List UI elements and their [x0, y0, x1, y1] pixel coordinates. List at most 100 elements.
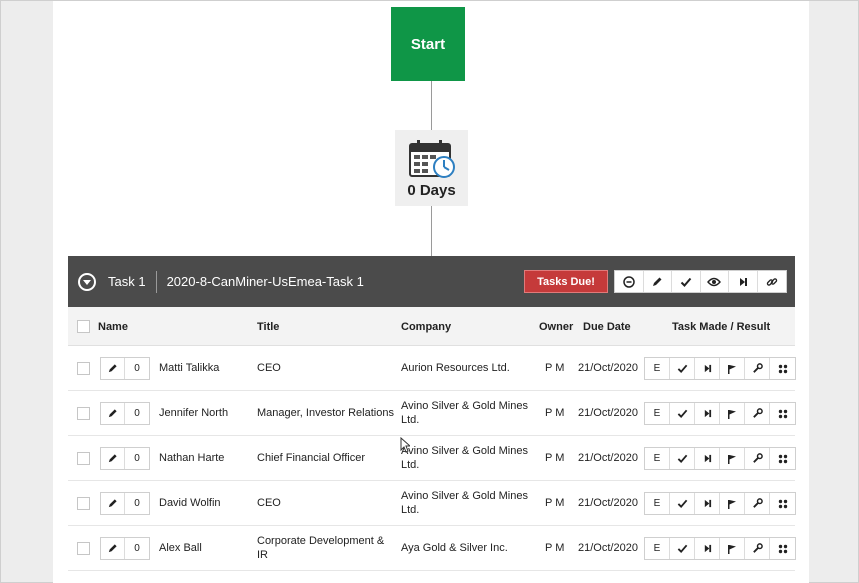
row-email-button[interactable]: E	[645, 448, 670, 469]
row-email-button[interactable]: E	[645, 403, 670, 424]
row-complete-button[interactable]	[670, 358, 695, 379]
row-complete-button[interactable]	[670, 448, 695, 469]
row-activity-count[interactable]: 0	[125, 538, 149, 559]
row-flag-button[interactable]	[720, 448, 745, 469]
task-edit-button[interactable]	[644, 271, 672, 292]
row-activity-count[interactable]: 0	[125, 358, 149, 379]
skip-forward-icon	[703, 499, 712, 508]
row-apps-button[interactable]	[770, 403, 795, 424]
table-row: 0 Nathan Harte Chief Financial Officer A…	[68, 436, 796, 481]
task-number: Task 1	[108, 274, 146, 289]
row-complete-button[interactable]	[670, 403, 695, 424]
task-link-button[interactable]	[758, 271, 787, 292]
row-skip-button[interactable]	[695, 538, 720, 559]
contact-name[interactable]: Jennifer North	[159, 406, 228, 420]
row-flag-button[interactable]	[720, 538, 745, 559]
row-email-button[interactable]: E	[645, 493, 670, 514]
row-apps-button[interactable]	[770, 448, 795, 469]
row-complete-button[interactable]	[670, 493, 695, 514]
row-edit-button[interactable]	[101, 403, 125, 424]
row-activity-count[interactable]: 0	[125, 493, 149, 514]
tasks-due-label: Tasks Due!	[537, 275, 595, 288]
start-node[interactable]: Start	[391, 7, 465, 81]
row-apps-button[interactable]	[770, 358, 795, 379]
row-email-button[interactable]: E	[645, 358, 670, 379]
grid-icon	[778, 364, 788, 374]
row-settings-button[interactable]	[745, 493, 770, 514]
task-complete-button[interactable]	[672, 271, 701, 292]
contact-title: Chief Financial Officer	[257, 452, 366, 464]
eye-icon	[707, 277, 722, 287]
row-apps-button[interactable]	[770, 493, 795, 514]
connector-line	[431, 206, 432, 256]
contact-name[interactable]: Nathan Harte	[159, 451, 224, 465]
contact-name[interactable]: Matti Talikka	[159, 361, 219, 375]
row-flag-button[interactable]	[720, 493, 745, 514]
row-checkbox[interactable]	[77, 542, 90, 555]
row-settings-button[interactable]	[745, 403, 770, 424]
tasks-due-button[interactable]: Tasks Due!	[524, 270, 608, 293]
contact-company[interactable]: Avino Silver & Gold Mines Ltd.	[401, 444, 531, 472]
contact-owner: P M	[545, 407, 565, 419]
contact-company[interactable]: Avino Silver & Gold Mines Ltd.	[401, 489, 531, 517]
row-edit-group: 0	[100, 402, 150, 425]
task-skip-button[interactable]	[729, 271, 758, 292]
row-checkbox[interactable]	[77, 362, 90, 375]
task-view-button[interactable]	[701, 271, 729, 292]
mouse-cursor-icon	[400, 437, 410, 453]
row-settings-button[interactable]	[745, 358, 770, 379]
contact-due-date: 21/Oct/2020	[578, 452, 638, 464]
row-action-toolbar: E	[644, 357, 796, 380]
contact-name[interactable]: David Wolfin	[159, 496, 221, 510]
minus-circle-icon	[623, 275, 635, 288]
row-edit-button[interactable]	[101, 358, 125, 379]
email-label: E	[653, 453, 661, 464]
column-header-title[interactable]: Title	[257, 321, 279, 333]
pencil-icon	[107, 408, 118, 419]
calendar-clock-icon	[408, 140, 456, 178]
row-skip-button[interactable]	[695, 448, 720, 469]
pencil-icon	[107, 543, 118, 554]
task-toolbar	[614, 270, 787, 293]
row-flag-button[interactable]	[720, 403, 745, 424]
row-settings-button[interactable]	[745, 448, 770, 469]
task-name: 2020-8-CanMiner-UsEmea-Task 1	[166, 274, 364, 289]
row-checkbox[interactable]	[77, 497, 90, 510]
row-skip-button[interactable]	[695, 493, 720, 514]
row-skip-button[interactable]	[695, 358, 720, 379]
flag-icon	[727, 409, 737, 419]
column-header-due-date[interactable]: Due Date	[583, 321, 631, 333]
grid-icon	[778, 454, 788, 464]
column-header-company[interactable]: Company	[401, 321, 451, 333]
column-header-name[interactable]: Name	[98, 321, 128, 333]
task-minus-button[interactable]	[615, 271, 644, 292]
row-email-button[interactable]: E	[645, 538, 670, 559]
contact-company[interactable]: Avino Silver & Gold Mines Ltd.	[401, 399, 531, 427]
row-complete-button[interactable]	[670, 538, 695, 559]
row-skip-button[interactable]	[695, 403, 720, 424]
row-checkbox[interactable]	[77, 452, 90, 465]
collapse-toggle-icon[interactable]	[78, 272, 96, 291]
row-apps-button[interactable]	[770, 538, 795, 559]
row-edit-button[interactable]	[101, 493, 125, 514]
contact-company[interactable]: Aurion Resources Ltd.	[401, 361, 531, 375]
row-settings-button[interactable]	[745, 538, 770, 559]
contact-due-date: 21/Oct/2020	[578, 362, 638, 374]
row-activity-count[interactable]: 0	[125, 448, 149, 469]
table-row: 0 Alex Ball Corporate Development & IR A…	[68, 526, 796, 571]
contact-company[interactable]: Aya Gold & Silver Inc.	[401, 541, 531, 555]
row-activity-count[interactable]: 0	[125, 403, 149, 424]
flag-icon	[727, 544, 737, 554]
delay-node[interactable]: 0 Days	[395, 130, 468, 206]
row-edit-button[interactable]	[101, 448, 125, 469]
checkmark-icon	[677, 363, 688, 374]
row-checkbox[interactable]	[77, 407, 90, 420]
column-header-task-result: Task Made / Result	[672, 321, 771, 333]
column-header-owner[interactable]: Owner	[539, 321, 573, 333]
row-edit-button[interactable]	[101, 538, 125, 559]
pencil-icon	[107, 363, 118, 374]
row-action-toolbar: E	[644, 492, 796, 515]
select-all-checkbox[interactable]	[77, 320, 90, 333]
contact-name[interactable]: Alex Ball	[159, 541, 202, 555]
row-flag-button[interactable]	[720, 358, 745, 379]
